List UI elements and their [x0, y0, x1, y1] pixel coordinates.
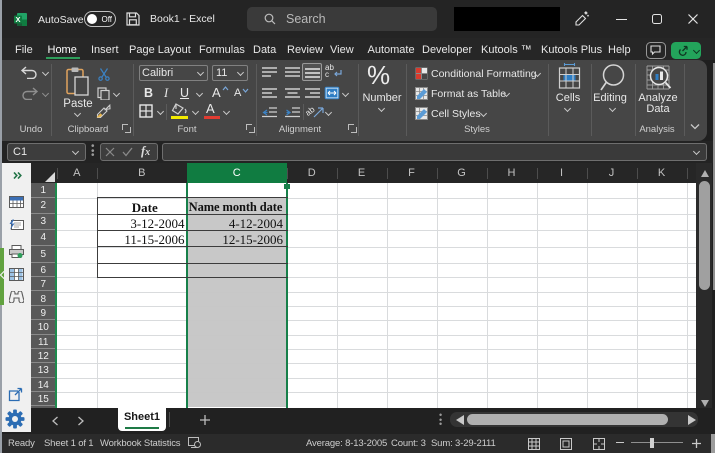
svg-text:X: X	[15, 15, 20, 24]
